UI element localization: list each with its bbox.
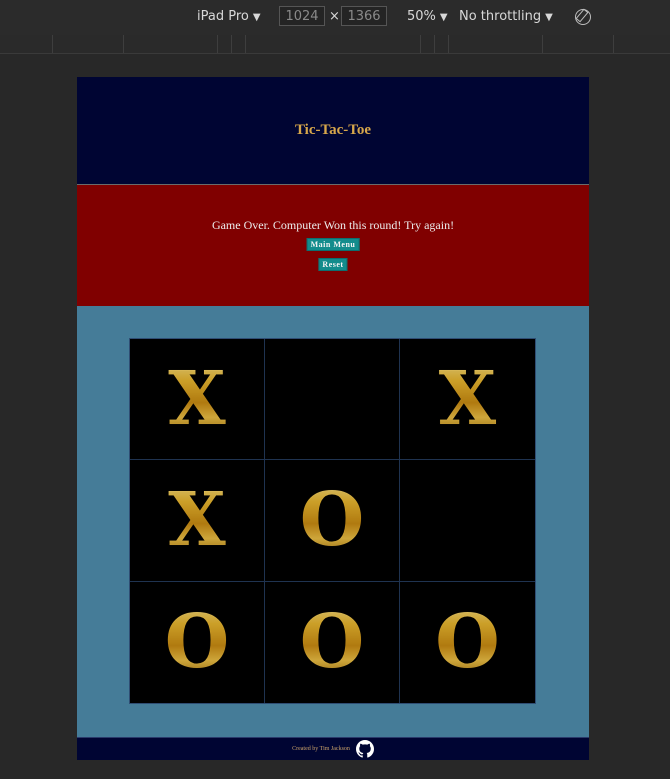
- chevron-down-icon: ▼: [252, 12, 261, 23]
- game-status-panel: Game Over. Computer Won this round! Try …: [77, 185, 589, 306]
- page-title: Tic-Tac-Toe: [294, 122, 372, 138]
- board-mark: O: [299, 477, 365, 564]
- device-select-label: iPad Pro: [197, 9, 249, 24]
- chevron-down-icon: ▼: [545, 12, 553, 23]
- throttling-select[interactable]: No throttling ▼: [459, 9, 553, 24]
- zoom-select[interactable]: 50% ▼: [407, 9, 448, 24]
- board-mark: X: [168, 477, 226, 564]
- board-cell[interactable]: X: [130, 339, 265, 461]
- page-header: Tic-Tac-Toe: [77, 77, 589, 185]
- board-cell[interactable]: X: [130, 460, 265, 582]
- board-cell[interactable]: O: [400, 582, 535, 703]
- page-footer: Created by Tim Jackson: [77, 737, 589, 760]
- dimension-separator: ×: [329, 9, 340, 24]
- throttling-select-label: No throttling: [459, 9, 542, 24]
- github-icon[interactable]: [355, 740, 374, 758]
- game-board: X X X O O O O: [129, 338, 536, 704]
- rotate-icon[interactable]: [575, 9, 591, 25]
- board-cell[interactable]: X: [400, 339, 535, 461]
- media-query-ruler: [0, 35, 670, 54]
- board-mark: X: [438, 356, 497, 443]
- height-input[interactable]: 1366: [341, 6, 387, 26]
- game-over-message: Game Over. Computer Won this round! Try …: [211, 218, 455, 232]
- board-mark: X: [168, 356, 226, 443]
- reset-button[interactable]: Reset: [318, 258, 348, 271]
- chevron-down-icon: ▼: [439, 12, 448, 23]
- board-cell[interactable]: O: [130, 581, 265, 703]
- emulated-page: Tic-Tac-Toe Game Over. Computer Won this…: [77, 77, 589, 760]
- device-select[interactable]: iPad Pro ▼: [197, 9, 261, 24]
- device-toolbar: iPad Pro ▼ 1024 × 1366 50% ▼ No throttling…: [0, 0, 670, 36]
- board-mark: O: [435, 599, 500, 686]
- width-input[interactable]: 1024: [279, 6, 325, 26]
- board-mark: O: [164, 599, 230, 686]
- zoom-select-label: 50%: [407, 9, 436, 24]
- board-cell[interactable]: O: [265, 460, 400, 582]
- board-cell[interactable]: [400, 460, 535, 582]
- board-cell[interactable]: O: [265, 581, 400, 703]
- board-cell[interactable]: [265, 339, 400, 461]
- main-menu-button[interactable]: Main Menu: [306, 238, 360, 251]
- footer-credit: Created by Tim Jackson: [292, 746, 350, 752]
- board-mark: O: [299, 599, 365, 686]
